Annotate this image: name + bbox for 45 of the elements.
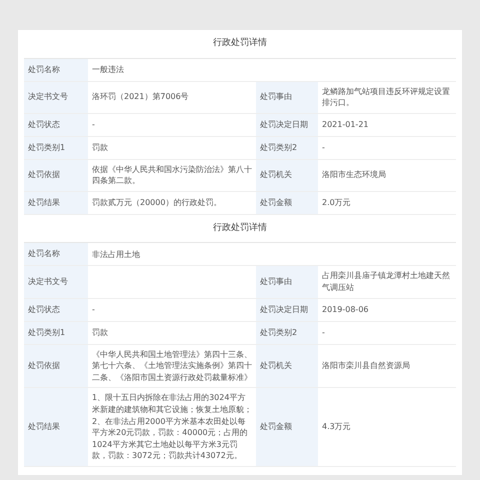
field-label: 处罚事由 — [256, 82, 318, 113]
field-label: 处罚决定日期 — [256, 114, 318, 136]
field-label: 处罚状态 — [24, 298, 88, 321]
field-label: 处罚依据 — [24, 344, 88, 388]
field-value: 龙鳞路加气站项目违反环评规定设置排污口。 — [321, 86, 451, 110]
field-label: 决定书文号 — [24, 82, 88, 113]
field-label: 处罚机关 — [256, 160, 318, 191]
field-label: 处罚机关 — [256, 344, 318, 388]
field-label: 处罚事由 — [256, 266, 318, 298]
field-label: 处罚类别1 — [24, 136, 88, 159]
field-label: 处罚结果 — [24, 388, 88, 466]
field-label: 处罚状态 — [24, 114, 88, 136]
field-value: 1、限十五日内拆除在非法占用的3024平方米新建的建筑物和其它设施；恢复土地原貌；2、在非法占用2000平方米基本农田处以每平方米20元罚款，罚款：40000元；占用的1024平方米其它土地处以每平方米3元罚款，罚款：3072元；罚款共计43072元。 — [91, 392, 253, 462]
field-value: 洛环罚（2021）第7006号 — [91, 91, 190, 104]
field-label: 处罚名称 — [24, 58, 88, 80]
field-label: 处罚类别2 — [256, 136, 318, 159]
field-label: 处罚金额 — [256, 388, 318, 466]
field-value: 一般违法 — [91, 64, 125, 76]
field-label: 处罚类别1 — [24, 322, 88, 344]
field-label: 决定书文号 — [24, 266, 88, 298]
field-value: 罚款 — [91, 326, 109, 339]
field-value: 非法占用土地 — [91, 248, 141, 261]
field-label: 处罚决定日期 — [256, 298, 318, 321]
field-value: 《中华人民共和国土地管理法》第四十三条、第七十六条、《土地管理法实施条例》第四十二条、《洛阳市国土资源行政处罚裁量标准》 — [91, 348, 253, 384]
field-value: 罚款 — [91, 142, 109, 154]
field-value: - — [321, 326, 326, 339]
field-value: 洛阳市栾川县自然资源局 — [321, 360, 411, 372]
field-label: 处罚名称 — [24, 243, 88, 266]
field-value: 占用栾川县庙子镇龙潭村土地建天然气调压站 — [321, 270, 451, 294]
field-label: 处罚依据 — [24, 160, 88, 191]
field-value: - — [321, 142, 326, 154]
field-value: 2021-01-21 — [321, 118, 370, 131]
field-value: - — [91, 304, 96, 316]
field-label: 处罚结果 — [24, 192, 88, 214]
field-value: - — [91, 118, 96, 131]
field-value: 2.0万元 — [321, 197, 352, 210]
section-title: 行政处罚详情 — [212, 36, 268, 50]
field-value: 依据《中华人民共和国水污染防治法》第八十四条第二款。 — [91, 164, 253, 188]
field-value: 罚款贰万元（20000）的行政处罚。 — [91, 197, 222, 210]
field-label: 处罚类别2 — [256, 322, 318, 344]
section-title: 行政处罚详情 — [212, 222, 268, 235]
field-value: 洛阳市生态环境局 — [321, 169, 387, 182]
field-label: 处罚金额 — [256, 192, 318, 214]
field-value: 2019-08-06 — [321, 304, 370, 316]
field-value: 4.3万元 — [321, 421, 352, 434]
